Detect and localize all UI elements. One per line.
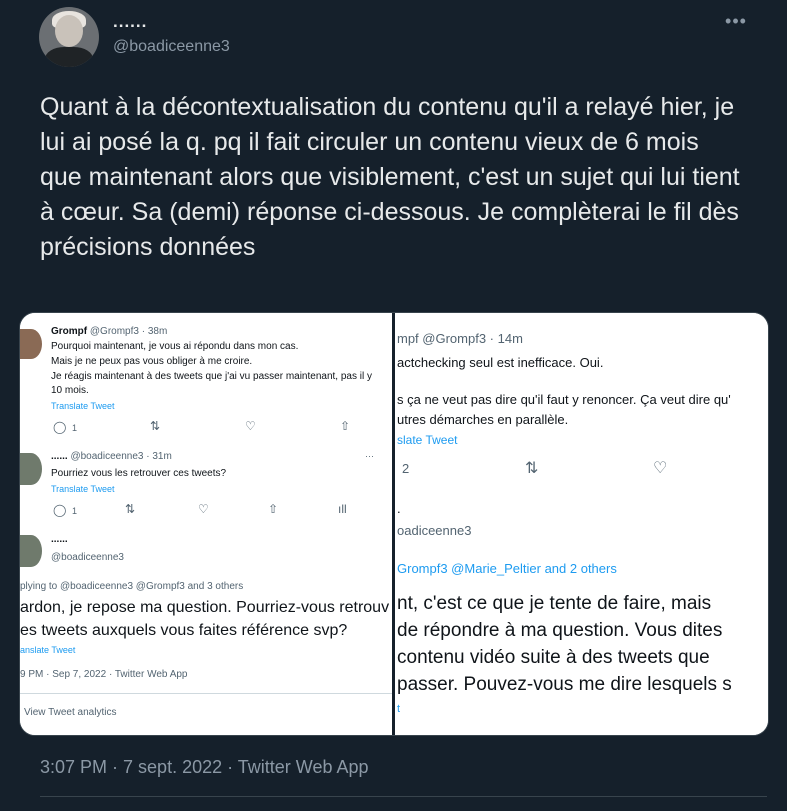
tweet1-line1: Pourquoi maintenant, je vous ai répondu … (51, 341, 299, 352)
tweet2-text: Pourriez vous les retrouver ces tweets? (51, 468, 227, 479)
tweet3-line1: ardon, je repose ma question. Pourriez-v… (20, 599, 390, 616)
right-big-line4: passer. Pouvez-vous me dire lesquels s (397, 674, 732, 695)
right-big-line2: de répondre à ma question. Vous dites (397, 620, 723, 641)
right-reply-count: 2 (402, 461, 410, 476)
avatar-grompf (20, 329, 42, 359)
avatar[interactable] (39, 7, 99, 67)
tweet2-handle: @boadiceenne3 · 31m (70, 451, 172, 462)
like-icon[interactable]: ♡ (653, 458, 667, 478)
right-line1: actchecking seul est inefficace. Oui. (397, 355, 604, 370)
tweet-media[interactable]: Grompf @Grompf3 · 38m Pourquoi maintenan… (19, 312, 769, 736)
right-big-line1: nt, c'est ce que je tente de faire, mais (397, 593, 712, 614)
right-line2: s ça ne veut pas dire qu'il faut y renon… (397, 392, 731, 407)
right-replying-to: Grompf3 @Marie_Peltier and 2 others (397, 561, 617, 576)
right-header: mpf @Grompf3 · 14m (397, 331, 523, 346)
tweet3-handle: @boadiceenne3 (51, 552, 124, 563)
avatar-boadiceenne (20, 453, 42, 485)
analytics-icon[interactable]: ıll (338, 502, 347, 516)
tweet3-meta: 9 PM · Sep 7, 2022 · Twitter Web App (20, 669, 188, 680)
translate-link-3[interactable]: anslate Tweet (20, 645, 75, 655)
right-tail: t (397, 703, 401, 715)
author-name[interactable]: ...... (113, 12, 147, 32)
right-handle: oadiceenne3 (397, 523, 472, 538)
reply-icon[interactable]: ◯ (53, 503, 66, 517)
share-icon[interactable]: ⇧ (268, 502, 278, 516)
tweet: ...... @boadiceenne3 ••• Quant à la déco… (0, 0, 787, 811)
divider (40, 796, 767, 797)
retweet-icon[interactable]: ⇅ (125, 502, 135, 516)
tweet-timestamp[interactable]: 3:07 PM · 7 sept. 2022 · Twitter Web App (40, 757, 369, 778)
reply-icon[interactable]: ◯ (53, 420, 66, 434)
tweet-text: Quant à la décontextualisation du conten… (40, 93, 740, 261)
translate-link-1[interactable]: Translate Tweet (51, 401, 115, 411)
share-icon[interactable]: ⇧ (340, 419, 350, 433)
view-analytics-link[interactable]: View Tweet analytics (24, 707, 116, 718)
avatar-boadiceenne-2 (20, 535, 42, 567)
translate-link-2[interactable]: Translate Tweet (51, 484, 115, 494)
tweet1-line2: Mais je ne peux pas vous obliger à me cr… (51, 356, 253, 367)
tweet1-name: Grompf (51, 326, 88, 337)
tweet3-line2: es tweets auxquels vous faites référence… (20, 622, 348, 639)
tweet1-handle: @Grompf3 · 38m (89, 326, 168, 337)
retweet-icon[interactable]: ⇅ (525, 458, 538, 478)
right-dot: . (397, 501, 401, 516)
more-options-icon[interactable]: ••• (724, 12, 748, 34)
tweet1-line4: 10 mois. (51, 385, 89, 396)
media-image-right[interactable]: mpf @Grompf3 · 14m actchecking seul est … (395, 313, 768, 735)
like-icon[interactable]: ♡ (245, 419, 256, 433)
author-handle[interactable]: @boadiceenne3 (113, 38, 230, 56)
tweet3-name: ...... (51, 534, 68, 545)
like-icon[interactable]: ♡ (198, 502, 209, 516)
tweet2-name: ...... (51, 451, 68, 462)
replying-to: plying to @boadiceenne3 @Grompf3 and 3 o… (20, 581, 244, 592)
retweet-icon[interactable]: ⇅ (150, 419, 160, 433)
tweet1-line3: Je réagis maintenant à des tweets que j'… (51, 371, 372, 382)
media-image-left[interactable]: Grompf @Grompf3 · 38m Pourquoi maintenan… (20, 313, 392, 735)
reply-count-2: 1 (72, 506, 78, 516)
right-translate-link[interactable]: slate Tweet (397, 433, 457, 447)
tweet2-more-icon[interactable]: ··· (365, 451, 374, 461)
right-line3: utres démarches en parallèle. (397, 412, 569, 427)
reply-count: 1 (72, 423, 78, 433)
right-big-line3: contenu vidéo suite à des tweets que (397, 647, 710, 668)
